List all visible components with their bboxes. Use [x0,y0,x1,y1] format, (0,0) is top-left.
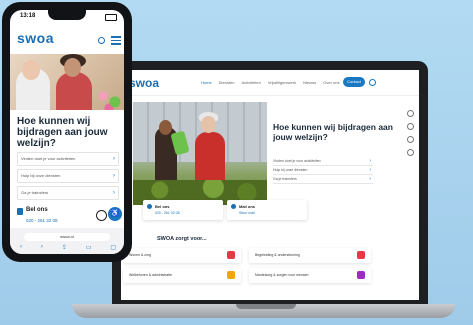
mail-icon[interactable] [407,123,414,130]
call-card-title: Bel ons [155,204,170,209]
nav-item-over-ons[interactable]: Over ons [323,80,339,85]
service-tile-label: Wonen & zorg [129,253,152,257]
phone-icon[interactable] [407,136,414,143]
mail-card-title: Mail ons [239,204,256,209]
phone-screen: 13:18 swoa Hoe kunnen wij bijdragen aan … [10,10,124,254]
status-bar: 13:18 [10,10,124,22]
admin-icon [227,271,235,279]
search-icon[interactable] [98,37,105,44]
nav-item-home[interactable]: Home [201,80,212,85]
back-icon[interactable]: ‹ [20,244,22,251]
care-icon [357,271,365,279]
hero-link-transfers[interactable]: Ga je trainsfers [273,175,373,184]
section-title: SWOA zorgt voor... [157,236,207,242]
settings-icon[interactable] [407,149,414,156]
mobile-hero-image [10,54,124,110]
side-icon-bar [407,110,415,162]
accessibility-icon[interactable] [407,110,414,117]
desktop-logo[interactable]: swoa [129,76,159,90]
hero-title: Hoe kunnen wij bijdragen aan jouw welzij… [273,122,393,142]
mobile-link-activities[interactable]: Vinden doet je voor activiteiten [17,152,119,166]
hero-links: Vinden doet je voor activiteiten Hulp bi… [273,157,373,184]
mail-card[interactable]: Mail ons Stuur mail [227,200,307,220]
home-icon [227,251,235,259]
nav-item-nieuws[interactable]: Nieuws [303,80,316,85]
contact-button[interactable]: Contact [343,77,365,87]
phone-number-link[interactable]: 020 - 261 32 08 [26,218,58,223]
support-icon [357,251,365,259]
mobile-hero-links: Vinden doet je voor activiteiten Hulp bi… [17,152,119,203]
hero-link-services[interactable]: Hulp bij onze diensten [273,166,373,175]
address-bar[interactable]: swoa.nl [24,233,110,241]
service-tile-label: Welbehoren & administratie [129,273,172,277]
hero-link-activities[interactable]: Vinden doet je voor activiteiten [273,157,373,166]
mobile-link-transfers[interactable]: Ga je trainsfers [17,186,119,200]
mail-card-link[interactable]: Stuur mail [239,211,255,215]
laptop-notch [236,304,296,309]
desktop-navbar: swoa Home Diensten Activiteiten Vrijwill… [121,70,419,96]
mobile-logo[interactable]: swoa [17,30,54,46]
hero-image [133,102,267,205]
call-label: Bel ons [26,207,48,213]
browser-nav-icons: ‹ › ⇪ ▭ ▢ [20,244,116,251]
phone-icon [17,208,23,215]
nav-item-vrijwilligerswerk[interactable]: Vrijwilligerswerk [268,80,296,85]
search-icon[interactable] [369,79,376,86]
mobile-hero-title: Hoe kunnen wij bijdragen aan jouw welzij… [17,116,108,149]
status-time: 13:18 [20,13,36,19]
whatsapp-icon[interactable] [96,210,107,221]
nav-item-diensten[interactable]: Diensten [219,80,235,85]
service-tile-label: Begeleiding & ondersteuning [255,253,300,257]
forward-icon[interactable]: › [41,244,43,251]
phone-notch [48,10,86,20]
service-tile[interactable]: Welbehoren & administratie [123,268,241,283]
tabs-icon[interactable]: ▢ [110,244,116,251]
desktop-menu: Home Diensten Activiteiten Vrijwilligers… [201,80,339,85]
phone-frame: 13:18 swoa Hoe kunnen wij bijdragen aan … [2,2,132,262]
service-tile[interactable]: Wonen & zorg [123,248,241,263]
hamburger-menu-icon[interactable] [111,36,121,47]
call-card[interactable]: Bel ons 020 - 261 32 08 [143,200,223,220]
laptop-screen: swoa Home Diensten Activiteiten Vrijwill… [121,70,419,300]
nav-item-activiteiten[interactable]: Activiteiten [241,80,260,85]
share-icon[interactable]: ⇪ [62,244,67,251]
battery-icon [105,14,117,21]
phone-icon [147,204,152,209]
service-tile-label: Mantelzorg & zorgen voor mensen [255,273,309,277]
accessibility-button[interactable]: ♿ [108,207,122,221]
service-tile[interactable]: Mantelzorg & zorgen voor mensen [249,268,371,283]
mail-icon [231,204,236,209]
call-card-number[interactable]: 020 - 261 32 08 [155,211,180,215]
mobile-link-services[interactable]: Hulp bij onze diensten [17,169,119,183]
service-tile[interactable]: Begeleiding & ondersteuning [249,248,371,263]
bookmarks-icon[interactable]: ▭ [86,244,92,251]
